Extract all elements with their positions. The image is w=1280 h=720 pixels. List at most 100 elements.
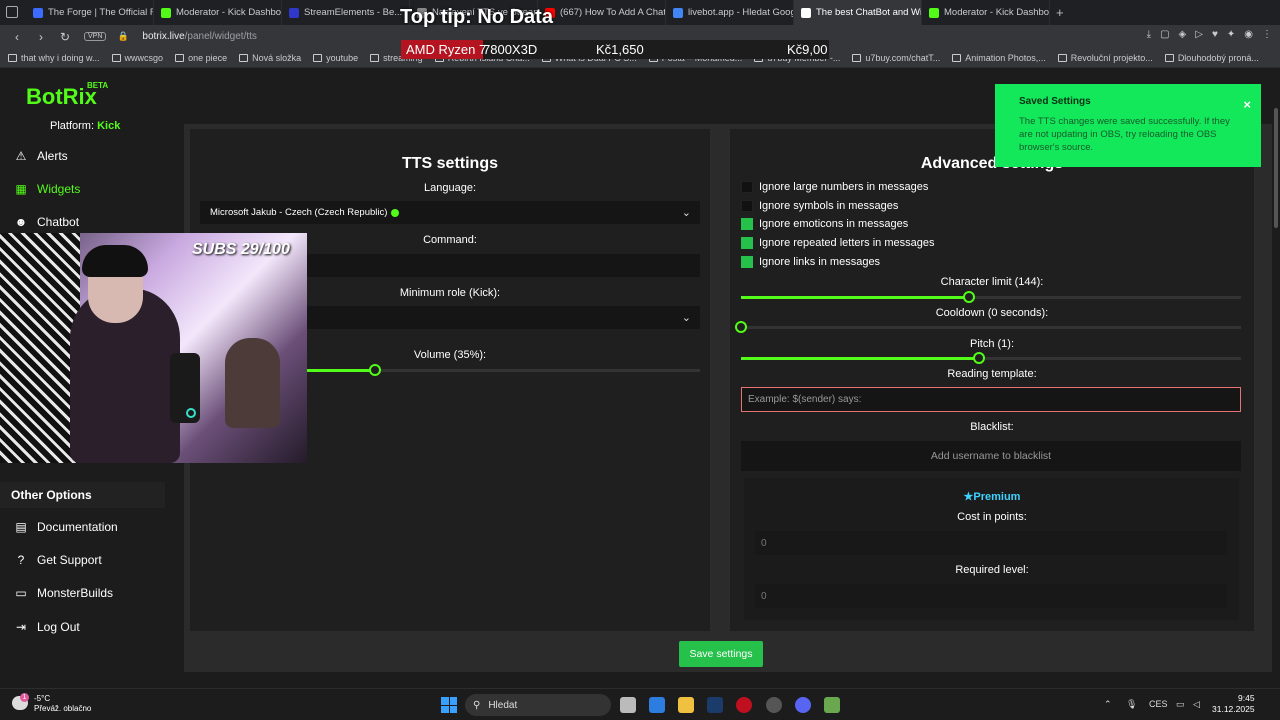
sidebar-item-support[interactable]: ? Get Support — [14, 553, 102, 567]
template-label: Reading template: — [947, 368, 1037, 380]
steam-icon[interactable] — [707, 697, 723, 713]
back-icon[interactable]: ‹ — [10, 30, 24, 44]
obs-icon[interactable] — [766, 697, 782, 713]
tab-actions-icon[interactable] — [6, 6, 18, 18]
heart-icon[interactable]: ♥ — [1212, 29, 1218, 40]
option-checkbox[interactable]: Ignore repeated letters in messages — [741, 237, 935, 250]
sidebar-item-widgets[interactable]: ▦ Widgets — [14, 182, 80, 196]
cost-label: Cost in points: — [957, 511, 1027, 523]
browser-tab[interactable]: Moderator - Kick Dashboa — [154, 0, 282, 25]
bookmark-item[interactable]: Animation Photos,... — [952, 53, 1046, 63]
tray-chevron-icon[interactable]: ⌃ — [1104, 699, 1112, 710]
clock[interactable]: 9:45 31.12.2025 — [1212, 693, 1255, 715]
browser-tab[interactable]: Moderator - Kick Dashboa — [922, 0, 1050, 25]
sidebar-item-alerts[interactable]: ⚠ Alerts — [14, 149, 68, 163]
folder-icon — [370, 53, 380, 62]
sidebar-item-documentation[interactable]: ▤ Documentation — [14, 520, 117, 534]
play-icon[interactable]: ▷ — [1195, 29, 1203, 40]
discord-icon[interactable] — [795, 697, 811, 713]
file-explorer-icon[interactable] — [678, 697, 694, 713]
volume-icon[interactable]: ◁ — [1193, 699, 1200, 710]
browser-tab[interactable]: StreamElements - Be... — [282, 0, 410, 25]
windows-start-icon[interactable] — [441, 697, 457, 713]
botrix-logo[interactable]: BotRix BETA — [26, 81, 108, 110]
puzzle-icon[interactable]: ✦ — [1227, 29, 1235, 40]
slider-handle[interactable] — [735, 321, 747, 333]
reload-icon[interactable]: ↻ — [58, 30, 72, 44]
browser-tab[interactable]: livebot.app - Hledat Goog — [666, 0, 794, 25]
shield-icon[interactable]: ◈ — [1179, 29, 1187, 40]
slider-handle[interactable] — [369, 364, 381, 376]
cooldown-slider[interactable] — [735, 321, 1241, 333]
checkbox[interactable] — [741, 181, 753, 193]
extension-icon[interactable]: ▢ — [1160, 29, 1169, 40]
tab-title: (667) How To Add A Chat — [560, 7, 666, 18]
checkbox[interactable] — [741, 255, 753, 268]
sidebar-item-monsterbuilds[interactable]: ▭ MonsterBuilds — [14, 586, 113, 600]
tab-title: StreamElements - Be... — [304, 7, 403, 18]
option-checkbox[interactable]: Ignore emoticons in messages — [741, 218, 908, 231]
browser-tab[interactable]: The Forge | The Official Re — [26, 0, 154, 25]
option-checkbox[interactable]: Ignore large numbers in messages — [741, 181, 928, 193]
pitch-slider[interactable] — [741, 352, 1241, 364]
bookmark-item[interactable]: one piece — [175, 53, 227, 63]
url-field[interactable]: botrix.live/panel/widget/tts — [142, 31, 257, 42]
bookmark-item[interactable]: u7buy.com/chatT... — [852, 53, 940, 63]
language-indicator[interactable]: CES — [1149, 699, 1168, 709]
warning-icon: ⚠ — [15, 149, 27, 163]
android-icon[interactable] — [824, 697, 840, 713]
scroll-thumb[interactable] — [1274, 108, 1278, 228]
menu-icon[interactable]: ⋮ — [1262, 29, 1272, 40]
sidebar-item-label: Widgets — [37, 182, 81, 196]
other-options-heading: Other Options — [0, 482, 165, 508]
weather-widget[interactable]: -5°C Převáž. oblačno — [34, 694, 91, 714]
tab-favicon-icon — [801, 7, 811, 18]
language-value: Microsoft Jakub - Czech (Czech Republic) — [210, 207, 388, 218]
background-person — [225, 338, 280, 428]
cost-input[interactable]: 0 — [755, 531, 1227, 555]
store-icon[interactable] — [649, 697, 665, 713]
taskbar-search[interactable]: ⚲ Hledat — [465, 694, 611, 716]
browser-tab[interactable]: The best ChatBot and Wid — [794, 0, 922, 25]
tab-title: The Forge | The Official Re — [48, 7, 154, 18]
mic-icon[interactable]: 🎙 — [1126, 699, 1137, 710]
bookmark-item[interactable]: Nová složka — [239, 53, 301, 63]
browser-tab[interactable]: (667) How To Add A Chat — [538, 0, 666, 25]
close-icon[interactable]: × — [1243, 97, 1251, 112]
vpn-badge[interactable]: VPN — [84, 32, 107, 41]
option-checkbox[interactable]: Ignore links in messages — [741, 255, 880, 268]
download-icon[interactable]: ⤓ — [1147, 29, 1151, 40]
level-input[interactable]: 0 — [755, 584, 1227, 608]
forward-icon[interactable]: › — [34, 30, 48, 44]
char-limit-slider[interactable] — [741, 291, 1241, 303]
slider-handle[interactable] — [972, 352, 985, 364]
option-checkbox[interactable]: Ignore symbols in messages — [741, 199, 898, 212]
checkbox[interactable] — [741, 237, 753, 250]
wall-poster — [0, 233, 80, 463]
bookmark-item[interactable]: youtube — [313, 53, 358, 63]
save-settings-button[interactable]: Save settings — [679, 641, 763, 667]
option-label: Ignore repeated letters in messages — [759, 237, 935, 250]
opera-icon[interactable] — [736, 697, 752, 713]
page-scrollbar[interactable] — [1272, 68, 1280, 688]
checkbox[interactable] — [741, 218, 753, 231]
add-blacklist-button[interactable]: Add username to blacklist — [741, 441, 1241, 471]
sidebar-item-label: Get Support — [37, 553, 102, 567]
new-tab-button[interactable]: + — [1056, 5, 1064, 20]
platform-value: Kick — [97, 120, 121, 132]
sidebar-item-chatbot[interactable]: ☻ Chatbot — [14, 215, 79, 229]
checkbox[interactable] — [741, 199, 753, 212]
site-info-icon[interactable]: 🔒 — [116, 31, 130, 42]
profile-icon[interactable]: ◉ — [1244, 29, 1253, 40]
bookmark-item[interactable]: wwwcsgo — [111, 53, 163, 63]
bookmark-item[interactable]: that why i doing w... — [8, 53, 100, 63]
saved-toast: Saved Settings The TTS changes were save… — [995, 84, 1261, 167]
task-view-icon[interactable] — [620, 697, 636, 713]
bookmark-item[interactable]: Revoluční projekto... — [1057, 53, 1153, 63]
network-icon[interactable]: ▭ — [1176, 699, 1185, 710]
reading-template-input[interactable]: Example: $(sender) says: — [741, 387, 1241, 412]
sidebar-item-logout[interactable]: ⇥ Log Out — [14, 620, 80, 634]
slider-handle[interactable] — [962, 291, 975, 303]
language-select[interactable]: Microsoft Jakub - Czech (Czech Republic)… — [200, 201, 700, 224]
bookmark-item[interactable]: Dlouhodobý proná... — [1164, 53, 1259, 63]
